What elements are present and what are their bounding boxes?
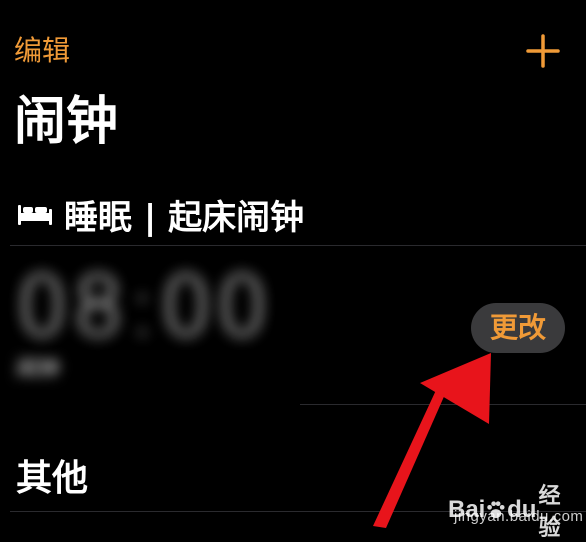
arrow-shaft [373, 388, 446, 528]
add-alarm-button[interactable] [526, 34, 560, 68]
bed-icon [18, 205, 52, 225]
change-button[interactable]: 更改 [471, 303, 565, 353]
other-section-header: 其他 [16, 458, 89, 499]
baidu-watermark: Bai du 经验 jingyan.baidu.com [448, 478, 583, 540]
alarm-subtitle: 闹钟 [16, 357, 61, 382]
sleep-section-header: 睡眠 | 起床闹钟 [16, 192, 305, 238]
edit-button[interactable]: 编辑 [14, 34, 70, 68]
arrow-head [420, 353, 491, 424]
divider [10, 245, 586, 246]
sleep-section-title: 睡眠 | 起床闹钟 [64, 197, 305, 238]
watermark-url: jingyan.baidu.com [454, 508, 584, 525]
divider [300, 404, 586, 405]
alarm-time: 08:00 [16, 260, 273, 355]
plus-icon [526, 34, 560, 68]
page-title: 闹钟 [14, 92, 119, 152]
